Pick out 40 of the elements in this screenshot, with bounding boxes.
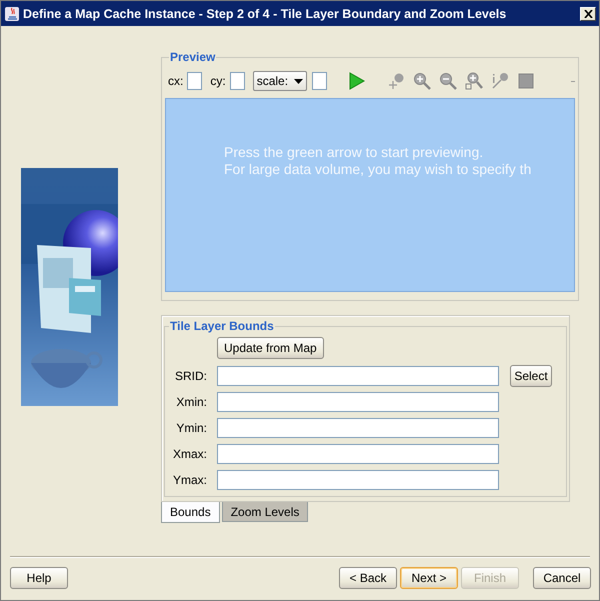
panel-title: Preview bbox=[169, 50, 216, 64]
zoom-out-icon[interactable] bbox=[438, 72, 457, 90]
window-title: Define a Map Cache Instance - Step 2 of 4 - Tile Layer Boundary and Zoom Levels bbox=[23, 6, 508, 20]
field-label: cy: bbox=[210, 74, 226, 88]
select-button[interactable]: Select bbox=[510, 365, 552, 387]
close-button[interactable] bbox=[580, 6, 596, 20]
zoom-in-icon[interactable] bbox=[412, 72, 431, 90]
input-field[interactable] bbox=[187, 72, 202, 90]
input-field[interactable] bbox=[312, 72, 327, 90]
back-button[interactable]: < Back bbox=[339, 567, 397, 589]
field-label: cx: bbox=[168, 74, 184, 88]
field-label: Ymin: bbox=[175, 421, 207, 435]
preview-message: Press the green arrow to start previewing. bbox=[224, 144, 484, 161]
input-field[interactable] bbox=[230, 72, 245, 90]
field-label: Xmax: bbox=[172, 447, 207, 461]
next-button[interactable]: Next > bbox=[400, 567, 458, 589]
scale-dropdown[interactable]: scale: bbox=[252, 71, 307, 91]
panel-title: Tile Layer Bounds bbox=[169, 319, 275, 333]
pan-icon[interactable] bbox=[386, 72, 405, 90]
update-button[interactable]: Update from Map bbox=[217, 337, 324, 359]
help-button[interactable]: Help bbox=[10, 567, 68, 589]
close-icon bbox=[584, 10, 592, 18]
input-field[interactable] bbox=[217, 444, 499, 464]
app-icon bbox=[4, 6, 20, 22]
zoom-rect-icon[interactable] bbox=[464, 72, 483, 90]
cancel-button[interactable]: Cancel bbox=[533, 567, 591, 589]
tab[interactable]: Bounds bbox=[161, 502, 220, 523]
field-label: Ymax: bbox=[172, 473, 207, 487]
field-label: SRID: bbox=[174, 369, 207, 383]
input-field[interactable] bbox=[217, 392, 499, 412]
preview-message: For large data volume, you may wish to specify th bbox=[224, 161, 532, 178]
field-label: Xmin: bbox=[175, 395, 207, 409]
tab[interactable]: Zoom Levels bbox=[222, 502, 308, 522]
input-field[interactable] bbox=[217, 418, 499, 438]
caret-icon bbox=[294, 78, 303, 84]
stop-icon[interactable] bbox=[516, 72, 535, 90]
identify-icon[interactable] bbox=[490, 72, 509, 90]
input-field[interactable] bbox=[217, 470, 499, 490]
play-icon[interactable] bbox=[346, 72, 365, 90]
input-field[interactable] bbox=[217, 366, 499, 386]
